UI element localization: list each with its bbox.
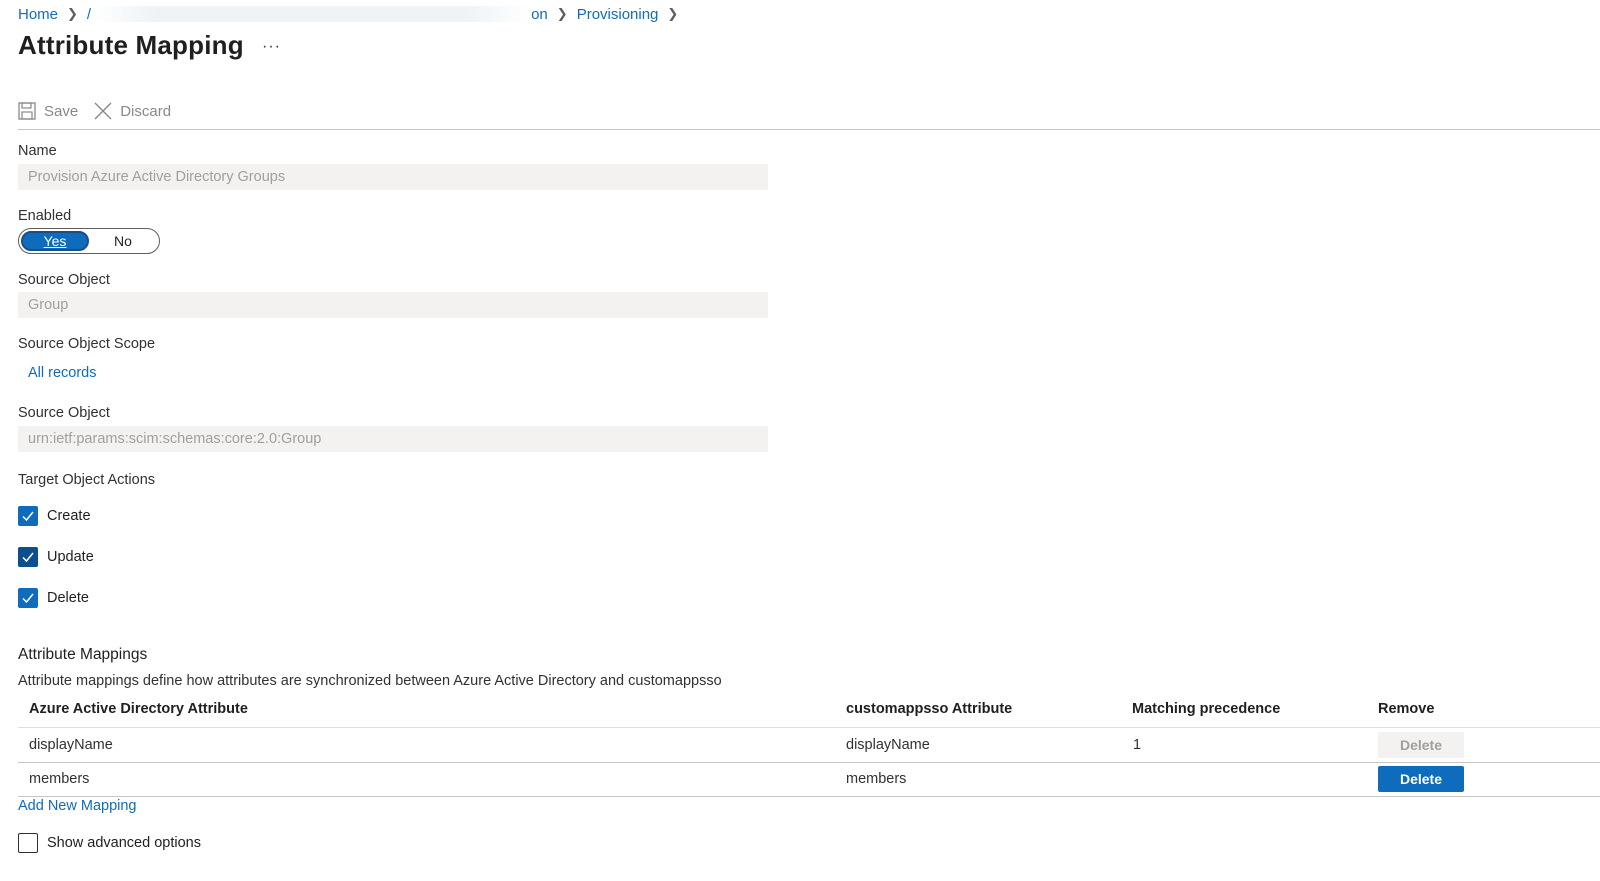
create-checkbox[interactable] [18, 506, 38, 526]
toolbar-divider [18, 129, 1600, 130]
more-options-button[interactable]: ··· [262, 38, 281, 56]
breadcrumb: Home ❯ / on ❯ Provisioning ❯ [18, 4, 687, 24]
discard-button[interactable]: Discard [94, 102, 171, 120]
row-precedence-cell: 1 [1133, 737, 1142, 753]
source-object-field[interactable]: Group [18, 292, 768, 318]
delete-mapping-button[interactable]: Delete [1378, 766, 1464, 792]
chevron-right-icon: ❯ [556, 6, 568, 21]
mappings-title: Attribute Mappings [18, 646, 148, 663]
target-actions-label: Target Object Actions [18, 472, 156, 488]
row-divider [18, 796, 1600, 797]
table-row[interactable] [18, 728, 1600, 762]
enabled-toggle: Yes No [18, 228, 160, 254]
enabled-label: Enabled [18, 208, 72, 224]
advanced-options-checkbox[interactable] [18, 833, 38, 853]
source-object-label: Source Object [18, 272, 110, 288]
table-row[interactable] [18, 763, 1600, 796]
delete-checkbox[interactable] [18, 588, 38, 608]
checkmark-icon [22, 552, 34, 563]
save-button[interactable]: Save [18, 102, 78, 120]
row-source-cell: displayName [29, 737, 113, 753]
column-header-target[interactable]: customappsso Attribute [846, 701, 1012, 717]
update-label: Update [47, 549, 94, 565]
create-label: Create [47, 508, 91, 524]
all-records-link[interactable]: All records [28, 365, 97, 381]
row-source-cell: members [29, 771, 90, 787]
advanced-options-label: Show advanced options [47, 835, 201, 851]
breadcrumb-home[interactable]: Home [18, 6, 58, 23]
enabled-yes-option[interactable]: Yes [21, 231, 89, 251]
action-create-row: Create [18, 506, 91, 526]
action-update-row: Update [18, 547, 94, 567]
save-label: Save [44, 102, 79, 120]
breadcrumb-partial-right[interactable]: on [531, 6, 548, 23]
command-bar: Save Discard [18, 98, 171, 124]
delete-label: Delete [47, 590, 89, 606]
target-object-label: Source Object [18, 405, 110, 421]
source-scope-label: Source Object Scope [18, 336, 156, 352]
advanced-options-row: Show advanced options [18, 833, 201, 853]
enabled-no-option[interactable]: No [89, 231, 157, 251]
save-icon [18, 102, 36, 120]
update-checkbox[interactable] [18, 547, 38, 567]
page-title: Attribute Mapping [18, 30, 244, 60]
name-label: Name [18, 143, 57, 159]
target-object-field[interactable]: urn:ietf:params:scim:schemas:core:2.0:Gr… [18, 426, 768, 452]
column-header-remove[interactable]: Remove [1378, 701, 1434, 717]
redacted-breadcrumb-segment [91, 6, 532, 22]
row-target-cell: displayName [846, 737, 930, 753]
row-target-cell: members [846, 771, 907, 787]
column-header-precedence[interactable]: Matching precedence [1132, 701, 1280, 717]
name-field[interactable]: Provision Azure Active Directory Groups [18, 164, 768, 190]
chevron-right-icon: ❯ [667, 6, 679, 21]
delete-mapping-button[interactable]: Delete [1378, 732, 1464, 758]
breadcrumb-provisioning[interactable]: Provisioning [577, 6, 659, 23]
column-header-source[interactable]: Azure Active Directory Attribute [29, 701, 248, 717]
action-delete-row: Delete [18, 588, 89, 608]
add-new-mapping-link[interactable]: Add New Mapping [18, 798, 137, 814]
discard-label: Discard [120, 102, 172, 120]
checkmark-icon [22, 511, 34, 522]
mappings-description: Attribute mappings define how attributes… [18, 673, 722, 689]
chevron-right-icon: ❯ [67, 6, 78, 21]
checkmark-icon [22, 593, 34, 604]
close-icon [94, 102, 112, 120]
